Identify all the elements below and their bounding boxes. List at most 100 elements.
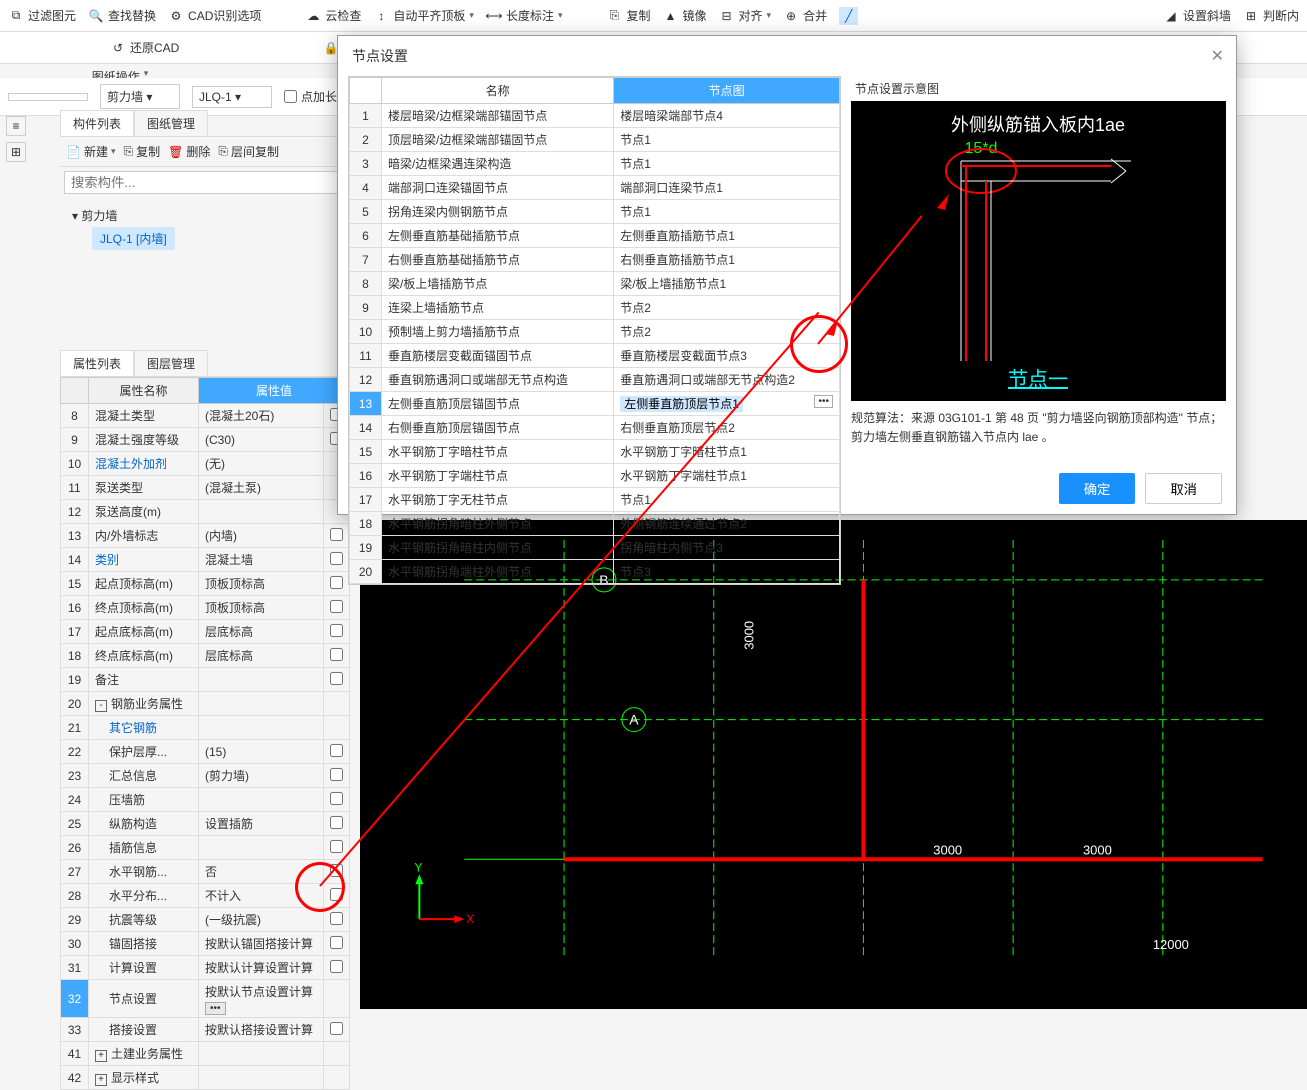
property-row[interactable]: 26插筋信息 [61,836,350,860]
property-row[interactable]: 15起点顶标高(m)顶板顶标高 [61,572,350,596]
slope-button[interactable]: ◢设置斜墙 [1163,7,1231,24]
cad-options-button[interactable]: ⚙CAD识别选项 [168,7,261,24]
property-row[interactable]: 10混凝土外加剂(无) [61,452,350,476]
close-icon[interactable]: ✕ [1211,46,1224,66]
node-row[interactable]: 1楼层暗梁/边框梁端部锚固节点楼层暗梁端部节点4 [350,104,840,128]
node-row[interactable]: 6左侧垂直筋基础插筋节点左侧垂直筋插筋节点1 [350,224,840,248]
cloud-check-button[interactable]: ☁云检查 [305,7,361,24]
property-checkbox[interactable] [330,768,343,781]
node-row[interactable]: 5拐角连梁内侧钢筋节点节点1 [350,200,840,224]
node-row[interactable]: 9连梁上墙插筋节点节点2 [350,296,840,320]
property-checkbox[interactable] [330,840,343,853]
property-checkbox[interactable] [330,744,343,757]
property-row[interactable]: 13内/外墙标志(内墙) [61,524,350,548]
property-checkbox[interactable] [330,816,343,829]
property-row[interactable]: 21其它钢筋 [61,716,350,740]
property-row[interactable]: 12泵送高度(m) [61,500,350,524]
property-row[interactable]: 19备注 [61,668,350,692]
layer-copy-button[interactable]: ⎘层间复制 [218,143,279,160]
property-row[interactable]: 41+土建业务属性 [61,1042,350,1066]
judge-button[interactable]: ⊞判断内 [1243,7,1299,24]
node-row[interactable]: 10预制墙上剪力墙插筋节点节点2 [350,320,840,344]
node-row[interactable]: 3暗梁/边框梁遇连梁构造节点1 [350,152,840,176]
property-checkbox[interactable] [330,792,343,805]
cancel-button[interactable]: 取消 [1145,473,1222,504]
list-view-icon[interactable]: ≡ [6,116,26,136]
filter-elements-button[interactable]: ⧉过滤图元 [8,7,76,24]
property-row[interactable]: 27水平钢筋...否 [61,860,350,884]
property-row[interactable]: 30锚固搭接按默认锚固搭接计算 [61,932,350,956]
property-checkbox[interactable] [330,672,343,685]
find-replace-button[interactable]: 🔍查找替换 [88,7,156,24]
property-checkbox[interactable] [330,624,343,637]
wall-type-select[interactable]: 剪力墙 ▾ [100,84,180,109]
property-row[interactable]: 20-钢筋业务属性 [61,692,350,716]
property-row[interactable]: 29抗震等级(一级抗震) [61,908,350,932]
property-row[interactable]: 23汇总信息(剪力墙) [61,764,350,788]
node-row[interactable]: 18水平钢筋拐角暗柱外侧节点外侧钢筋连续通过节点2 [350,512,840,536]
restore-cad-button[interactable]: ↺还原CAD [110,39,179,56]
mirror-button[interactable]: ▲镜像 [663,7,707,24]
merge-button[interactable]: ⊕合并 [783,7,827,24]
node-row[interactable]: 8梁/板上墙插筋节点梁/板上墙插筋节点1 [350,272,840,296]
property-checkbox[interactable] [330,888,343,901]
new-button[interactable]: 📄新建▾ [66,143,116,160]
svg-text:3000: 3000 [933,842,962,857]
property-row[interactable]: 25纵筋构造设置插筋 [61,812,350,836]
property-row[interactable]: 16终点顶标高(m)顶板顶标高 [61,596,350,620]
property-checkbox[interactable] [330,1022,343,1035]
property-row[interactable]: 17起点底标高(m)层底标高 [61,620,350,644]
filter-icon: ⧉ [8,8,24,24]
node-row[interactable]: 15水平钢筋丁字暗柱节点水平钢筋丁字暗柱节点1 [350,440,840,464]
search-input[interactable] [64,171,346,194]
node-row[interactable]: 11垂直筋楼层变截面锚固节点垂直筋楼层变截面节点3 [350,344,840,368]
node-row[interactable]: 13左侧垂直筋顶层锚固节点左侧垂直筋顶层节点1••• [350,392,840,416]
node-row[interactable]: 7右侧垂直筋基础插筋节点右侧垂直筋插筋节点1 [350,248,840,272]
delete-button[interactable]: 🗑删除 [168,143,210,160]
property-row[interactable]: 33搭接设置按默认搭接设置计算 [61,1018,350,1042]
node-row[interactable]: 16水平钢筋丁字端柱节点水平钢筋丁字端柱节点1 [350,464,840,488]
property-row[interactable]: 8混凝土类型(混凝土20石) [61,404,350,428]
property-checkbox[interactable] [330,936,343,949]
property-row[interactable]: 9混凝土强度等级(C30) [61,428,350,452]
copy-button[interactable]: ⎘复制 [606,7,650,24]
tab-layer-mgmt[interactable]: 图层管理 [134,350,208,376]
property-row[interactable]: 22保护层厚...(15) [61,740,350,764]
node-row[interactable]: 14右侧垂直筋顶层锚固节点右侧垂直筋顶层节点2 [350,416,840,440]
node-row[interactable]: 17水平钢筋丁字无柱节点节点1 [350,488,840,512]
tree-item-jlq1[interactable]: JLQ-1 [内墙] [92,227,175,250]
length-dim-button[interactable]: ⟷长度标注▾ [486,7,563,24]
ok-button[interactable]: 确定 [1059,473,1136,504]
component-select[interactable]: JLQ-1 ▾ [192,86,272,108]
property-row[interactable]: 42+显示样式 [61,1066,350,1090]
auto-level-button[interactable]: ↕自动平齐顶板▾ [373,7,474,24]
property-checkbox[interactable] [330,960,343,973]
category-select[interactable] [8,93,88,101]
grid-view-icon[interactable]: ⊞ [6,142,26,162]
property-checkbox[interactable] [330,912,343,925]
property-checkbox[interactable] [330,648,343,661]
node-row[interactable]: 19水平钢筋拐角暗柱内侧节点拐角暗柱内侧节点3 [350,536,840,560]
property-row[interactable]: 18终点底标高(m)层底标高 [61,644,350,668]
property-row[interactable]: 14类别混凝土墙 [61,548,350,572]
property-row[interactable]: 11泵送类型(混凝土泵) [61,476,350,500]
node-row[interactable]: 2顶层暗梁/边框梁端部锚固节点节点1 [350,128,840,152]
property-row[interactable]: 24压墙筋 [61,788,350,812]
node-row[interactable]: 4端部洞口连梁锚固节点端部洞口连梁节点1 [350,176,840,200]
cell-more-button[interactable]: ••• [814,395,833,408]
tree-root-wall[interactable]: ▾ 剪力墙 [72,204,338,227]
property-row[interactable]: 31计算设置按默认计算设置计算 [61,956,350,980]
tab-drawing-mgmt[interactable]: 图纸管理 [134,110,208,136]
node-row[interactable]: 12垂直钢筋遇洞口或端部无节点构造垂直筋遇洞口或端部无节点构造2 [350,368,840,392]
tab-properties[interactable]: 属性列表 [60,350,134,376]
property-row[interactable]: 32节点设置按默认节点设置计算••• [61,980,350,1018]
line-tool-button[interactable]: ╱ [839,7,858,25]
property-checkbox[interactable] [330,864,343,877]
property-checkbox[interactable] [330,600,343,613]
tab-component-list[interactable]: 构件列表 [60,110,134,136]
property-row[interactable]: 28水平分布...不计入 [61,884,350,908]
drawing-canvas[interactable]: B A 3000 3000 3000 12000 Y X [360,520,1307,1009]
node-row[interactable]: 20水平钢筋拐角端柱外侧节点节点3 [350,560,840,584]
copy-component-button[interactable]: ⎘复制 [124,143,161,160]
align-button[interactable]: ⊟对齐▾ [719,7,772,24]
